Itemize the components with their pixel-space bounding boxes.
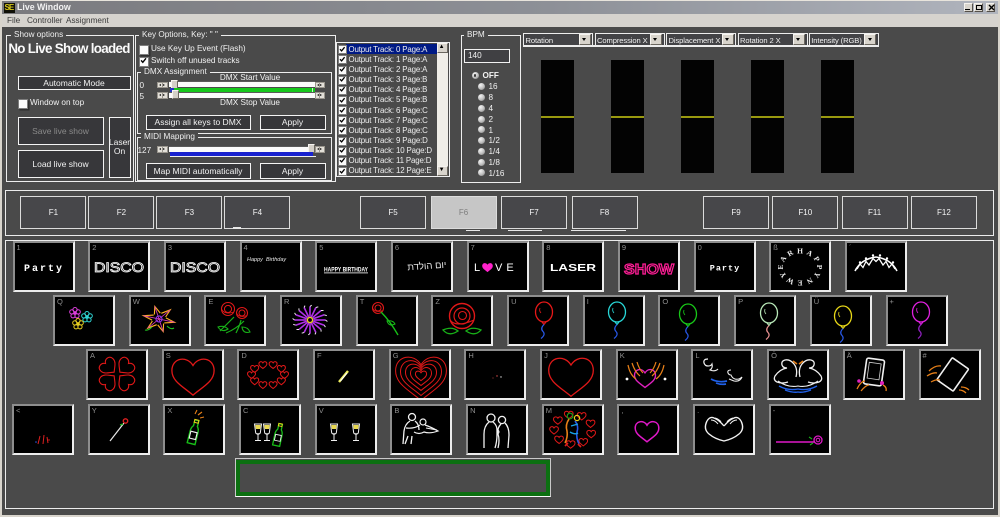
svg-text:A: A (805, 248, 815, 259)
svg-text:L: L (474, 262, 480, 274)
svg-text:A: A (778, 254, 789, 264)
svg-text:Party: Party (709, 263, 740, 273)
svg-text:H: H (797, 246, 803, 255)
svg-text:Y: Y (812, 270, 823, 280)
svg-text:DISCO: DISCO (94, 260, 144, 275)
svg-text:HAPPY BIRTHDAY: HAPPY BIRTHDAY (324, 266, 368, 273)
svg-text:LASER: LASER (550, 262, 597, 274)
svg-text:P: P (812, 255, 822, 264)
svg-text:E: E (798, 278, 803, 287)
svg-text:Y: Y (778, 270, 789, 280)
svg-text:P: P (815, 265, 824, 270)
svg-text:Party: Party (23, 264, 63, 275)
svg-text:DISCO: DISCO (170, 260, 220, 275)
svg-text:Happy Birthday: Happy Birthday (247, 257, 287, 263)
svg-text:R: R (786, 247, 796, 258)
svg-text:VE: VE (495, 262, 518, 274)
svg-text:SHOW: SHOW (624, 261, 675, 278)
svg-text:N: N (805, 275, 815, 286)
svg-text:E: E (776, 264, 785, 269)
svg-text:יום הולדת: יום הולדת (407, 258, 447, 273)
